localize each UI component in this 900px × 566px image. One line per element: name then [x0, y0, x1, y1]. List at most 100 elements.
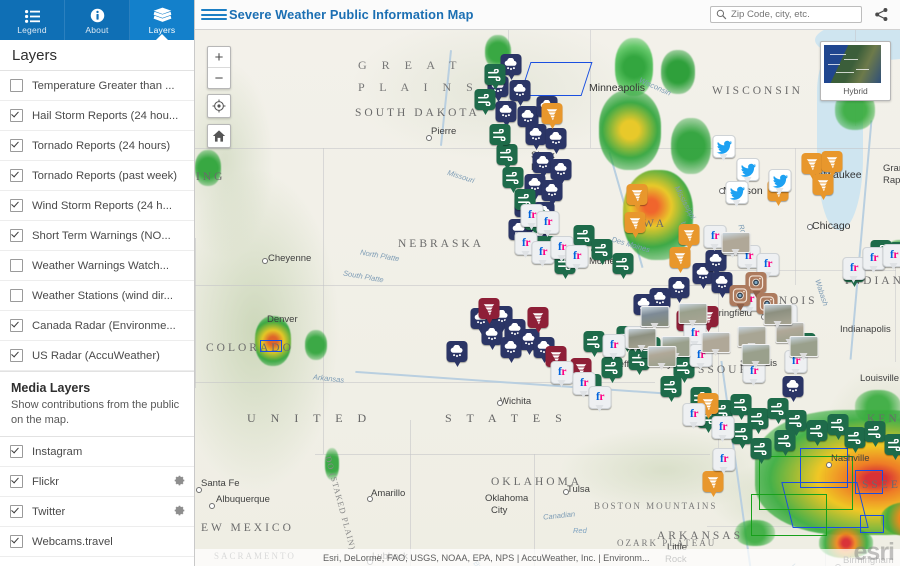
hail-report-pin[interactable] [446, 341, 468, 367]
layer-row-weather-stations[interactable]: Weather Stations (wind dir... [0, 281, 194, 311]
wind-report-pin[interactable] [583, 331, 605, 357]
home-icon[interactable] [207, 124, 231, 148]
flickr-photo-pin[interactable]: fr [862, 247, 886, 273]
layer-checkbox-twitter[interactable] [10, 505, 23, 519]
webcam-thumbnail-pin[interactable] [763, 304, 793, 328]
hamburger-icon[interactable] [201, 9, 227, 20]
layer-row-instagram[interactable]: Instagram [0, 437, 194, 468]
layer-row-hail-storm-reports[interactable]: Hail Storm Reports (24 hou... [0, 101, 194, 131]
layer-checkbox-weather-warnings-watches[interactable] [10, 259, 23, 272]
webcam-thumbnail-pin[interactable] [678, 303, 708, 327]
wind-report-pin[interactable] [731, 423, 753, 449]
layer-checkbox-webcams-travel[interactable] [10, 535, 23, 549]
wind-report-pin[interactable] [660, 376, 682, 402]
radar-cell [615, 38, 653, 96]
flickr-photo-pin[interactable]: fr [550, 361, 574, 387]
wind-report-pin[interactable] [601, 357, 623, 383]
tornado-24h-pin[interactable] [702, 471, 724, 497]
search-input[interactable] [731, 9, 851, 20]
layer-checkbox-flickr[interactable] [10, 475, 23, 489]
webcam-thumbnail-pin[interactable] [640, 306, 670, 330]
layer-checkbox-tornado-past-week[interactable] [10, 169, 23, 182]
flickr-photo-pin[interactable]: fr [531, 241, 555, 267]
layer-checkbox-instagram[interactable] [10, 445, 23, 459]
layer-checkbox-tornado-24-hours[interactable] [10, 139, 23, 152]
tornado-24h-pin[interactable] [541, 103, 563, 129]
layer-row-weather-warnings-watches[interactable]: Weather Warnings Watch... [0, 251, 194, 281]
layer-row-tornado-past-week[interactable]: Tornado Reports (past week) [0, 161, 194, 191]
gear-icon[interactable] [174, 475, 185, 489]
layer-checkbox-us-radar[interactable] [10, 349, 23, 362]
twitter-post-pin[interactable] [768, 169, 792, 195]
layer-row-temperature[interactable]: Temperature Greater than ... [0, 71, 194, 101]
tornado-24h-pin[interactable] [812, 174, 834, 200]
flickr-photo-pin[interactable]: fr [588, 386, 612, 412]
twitter-post-pin[interactable] [712, 135, 736, 161]
tornado-24h-pin[interactable] [626, 184, 648, 210]
layer-row-twitter[interactable]: Twitter [0, 497, 194, 528]
locate-crosshair-icon[interactable] [207, 94, 231, 118]
wind-report-pin[interactable] [774, 430, 796, 456]
tornado-24h-pin[interactable] [624, 212, 646, 238]
wind-report-pin[interactable] [864, 421, 886, 447]
map-canvas[interactable]: G R E A T P L A I N S SOUTH DAKOTA WISCO… [195, 30, 900, 566]
layer-row-short-term-warnings[interactable]: Short Term Warnings (NO... [0, 221, 194, 251]
app-title: Severe Weather Public Information Map [229, 7, 474, 22]
share-icon[interactable] [874, 7, 889, 22]
layer-checkbox-hail-storm-reports[interactable] [10, 109, 23, 122]
layer-row-wind-storm-reports[interactable]: Wind Storm Reports (24 h... [0, 191, 194, 221]
state-border [795, 148, 796, 285]
wind-report-pin[interactable] [806, 420, 828, 446]
flickr-photo-pin[interactable]: fr [712, 448, 736, 474]
flickr-photo-pin[interactable]: fr [602, 334, 626, 360]
gear-icon[interactable] [174, 505, 185, 519]
layer-checkbox-weather-stations[interactable] [10, 289, 23, 302]
tornado-24h-pin[interactable] [669, 247, 691, 273]
city-dot [563, 489, 569, 495]
layer-row-webcams-travel[interactable]: Webcams.travel [0, 527, 194, 558]
wind-report-pin[interactable] [484, 64, 506, 90]
webcam-thumbnail-pin[interactable] [701, 332, 731, 356]
tornado-week-pin[interactable] [527, 307, 549, 333]
webcam-thumbnail-pin[interactable] [721, 232, 751, 256]
webcam-thumbnail-pin[interactable] [741, 344, 771, 368]
layer-row-canada-radar[interactable]: Canada Radar (Environme... [0, 311, 194, 341]
wind-report-pin[interactable] [750, 438, 772, 464]
hail-report-pin[interactable] [500, 337, 522, 363]
zoom-out-button[interactable]: − [208, 68, 230, 88]
tab-about[interactable]: About [65, 0, 130, 40]
flickr-photo-pin[interactable]: fr [565, 245, 589, 271]
layer-row-tornado-24-hours[interactable]: Tornado Reports (24 hours) [0, 131, 194, 161]
hail-report-pin[interactable] [481, 324, 503, 350]
zoom-in-button[interactable]: + [208, 47, 230, 68]
layer-checkbox-wind-storm-reports[interactable] [10, 199, 23, 212]
wind-report-pin[interactable] [591, 239, 613, 265]
hail-report-pin[interactable] [545, 128, 567, 154]
layer-row-us-radar[interactable]: US Radar (AccuWeather) [0, 341, 194, 371]
webcam-thumbnail-pin[interactable] [647, 346, 677, 370]
flickr-photo-pin[interactable]: fr [682, 403, 706, 429]
tab-layers[interactable]: Layers [130, 0, 194, 41]
layer-checkbox-temperature[interactable] [10, 79, 23, 92]
hail-report-pin[interactable] [668, 277, 690, 303]
layer-checkbox-canada-radar[interactable] [10, 319, 23, 332]
flickr-photo-pin[interactable]: fr [882, 244, 900, 270]
layer-checkbox-short-term-warnings[interactable] [10, 229, 23, 242]
wind-report-pin[interactable] [489, 124, 511, 150]
wind-report-pin[interactable] [474, 89, 496, 115]
layer-row-flickr[interactable]: Flickr [0, 467, 194, 498]
tornado-week-pin[interactable] [478, 298, 500, 324]
flickr-photo-pin[interactable]: fr [711, 416, 735, 442]
tab-legend[interactable]: Legend [0, 0, 65, 40]
basemap-gallery-toggle[interactable]: Hybrid [820, 41, 891, 101]
flickr-photo-pin[interactable]: fr [842, 257, 866, 283]
wind-report-pin[interactable] [844, 427, 866, 453]
instagram-photo-pin[interactable] [729, 285, 751, 311]
radar-cell [325, 448, 339, 480]
search-box[interactable] [710, 6, 862, 23]
twitter-post-pin[interactable] [725, 181, 749, 207]
flickr-photo-pin[interactable]: fr [536, 211, 560, 237]
wind-report-pin[interactable] [612, 253, 634, 279]
webcam-thumbnail-pin[interactable] [789, 336, 819, 360]
wind-report-pin[interactable] [884, 434, 900, 460]
